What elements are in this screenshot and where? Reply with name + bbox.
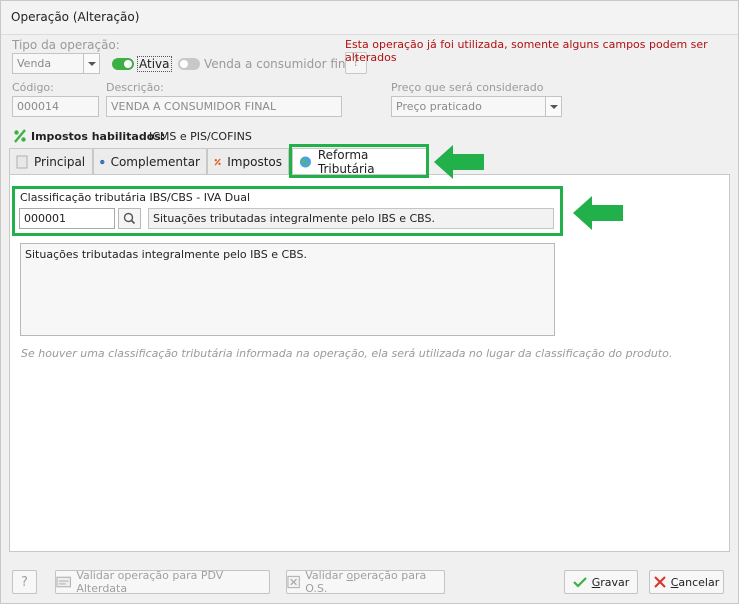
warning-message: Esta operação já foi utilizada, somente … [345, 38, 708, 64]
validar-os-button[interactable]: Validar operação para O.S. [286, 569, 445, 595]
tab-impostos[interactable]: Impostos [207, 148, 289, 174]
highlight-field-box [12, 186, 563, 236]
chevron-down-icon[interactable] [83, 54, 99, 73]
check-icon [572, 577, 587, 588]
preco-label: Preço que será considerado [391, 81, 544, 94]
tipo-label: Tipo da operação: [12, 38, 120, 52]
descricao-label: Descrição: [106, 81, 164, 94]
percent-icon [214, 157, 221, 166]
os-icon [287, 575, 300, 589]
tipo-value: Venda [17, 57, 52, 70]
validar-os-label: Validar operação para O.S. [305, 569, 427, 595]
chevron-down-icon[interactable] [545, 97, 561, 116]
close-icon [654, 576, 666, 588]
validar-pdv-label: Validar operação para PDV Alterdata [76, 569, 224, 595]
operation-dialog: Operação (Alteração) Tipo da operação: V… [0, 0, 739, 604]
tab-complementar[interactable]: Complementar [93, 148, 207, 174]
cancelar-button[interactable]: Cancelar [649, 570, 724, 594]
percent-icon [14, 129, 26, 143]
pdv-icon [56, 576, 71, 588]
document-icon [16, 155, 28, 168]
impostos-habilitados-value: ICMS e PIS/COFINS [149, 130, 252, 143]
gravar-label: Gravar [591, 575, 630, 589]
tab-principal-label: Principal [34, 154, 86, 169]
gravar-button[interactable]: Gravar [564, 570, 638, 594]
footer-help-button[interactable]: ? [12, 570, 37, 594]
window-title: Operação (Alteração) [11, 10, 140, 24]
validar-pdv-button[interactable]: Validar operação para PDV Alterdata [55, 569, 270, 595]
tipo-select[interactable]: Venda [12, 53, 100, 74]
arrow-left-icon [573, 196, 623, 230]
tab-principal[interactable]: Principal [9, 148, 93, 174]
descricao-field[interactable]: VENDA A CONSUMIDOR FINAL [106, 96, 342, 117]
preco-select[interactable]: Preço praticado [391, 96, 562, 117]
title-bar: Operação (Alteração) [1, 1, 738, 35]
more-icon [100, 159, 105, 164]
ativa-toggle[interactable] [112, 58, 134, 70]
arrow-left-icon [434, 145, 484, 179]
codigo-label: Código: [12, 81, 54, 94]
impostos-habilitados-label: Impostos habilitados: [31, 130, 166, 143]
consumidor-toggle[interactable] [178, 58, 200, 70]
highlight-tab-box [289, 144, 429, 178]
consumidor-label: Venda a consumidor final [204, 57, 357, 71]
preco-value: Preço praticado [396, 100, 482, 113]
ativa-label[interactable]: Ativa [137, 56, 172, 72]
classificacao-hint: Se houver uma classificação tributária i… [21, 347, 673, 360]
tab-impostos-label: Impostos [227, 154, 282, 169]
codigo-field[interactable]: 000014 [12, 96, 99, 117]
classificacao-detalhe-text: Situações tributadas integralmente pelo … [20, 243, 555, 336]
tab-complementar-label: Complementar [110, 154, 200, 169]
cancelar-label: Cancelar [670, 575, 720, 589]
